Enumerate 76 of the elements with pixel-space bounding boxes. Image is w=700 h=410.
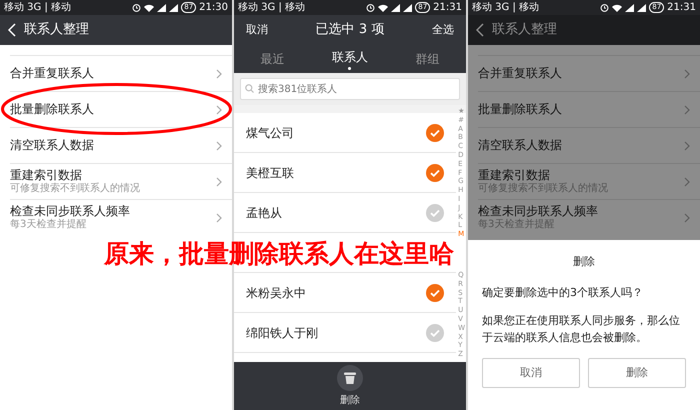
chevron-icon (684, 68, 690, 78)
chevron-icon (684, 212, 690, 222)
settings-item[interactable]: 批量删除联系人 (478, 91, 700, 127)
trash-icon (344, 371, 356, 384)
back-icon[interactable] (8, 23, 16, 37)
dialog-message: 确定要删除选中的3个联系人吗？ (482, 284, 644, 300)
delete-button[interactable] (337, 364, 363, 390)
settings-item[interactable]: 重建索引数据 可修复搜索不到联系人的情况 (10, 163, 232, 199)
check-icon[interactable] (426, 124, 444, 142)
item-label: 合并重复联系人 (478, 66, 562, 81)
item-label: 清空联系人数据 (10, 138, 94, 153)
alarm-icon (132, 3, 142, 12)
item-label: 合并重复联系人 (10, 66, 94, 81)
clock-time: 21:31 (433, 2, 462, 12)
item-description: 每3天检查并提醒 (478, 218, 556, 231)
tab[interactable]: 联系人 (311, 45, 389, 73)
chevron-icon (216, 140, 222, 150)
dialog-button[interactable]: 删除 (588, 358, 686, 388)
carrier-text: 移动 3G | 移动 (472, 2, 540, 12)
dialog-button[interactable]: 取消 (482, 358, 580, 388)
alarm-icon (600, 3, 610, 12)
chevron-icon (684, 176, 690, 186)
contact-name: 绵阳铁人于刚 (246, 324, 318, 342)
settings-item[interactable]: 清空联系人数据 (10, 127, 232, 163)
contact-name: 美橙互联 (246, 164, 294, 182)
settings-item[interactable]: 清空联系人数据 (478, 127, 700, 163)
settings-item[interactable]: 检查未同步联系人频率 每3天检查并提醒 (478, 199, 700, 235)
check-icon[interactable] (426, 204, 444, 222)
wifi-icon (144, 4, 154, 12)
carrier-text: 移动 3G | 移动 (4, 2, 72, 12)
settings-item[interactable]: 合并重复联系人 (478, 55, 700, 91)
settings-item[interactable]: 检查未同步联系人频率 每3天检查并提醒 (10, 199, 232, 235)
wifi-icon (378, 4, 388, 12)
back-icon[interactable] (476, 23, 484, 37)
selection-title: 已选中 3 项 (316, 21, 384, 40)
contact-name: 孟艳从 (246, 204, 282, 222)
annotation-caption: 原来，批量删除联系人在这里哈 (104, 240, 454, 268)
item-label: 重建索引数据 (10, 168, 83, 182)
item-description: 每3天检查并提醒 (10, 218, 88, 231)
item-label: 检查未同步联系人频率 (10, 204, 130, 218)
carrier-text: 移动 3G | 移动 (238, 2, 306, 12)
search-field[interactable]: 搜索381位联系人 (240, 78, 460, 100)
contact-name: 煤气公司 (246, 124, 294, 142)
search-icon (245, 84, 254, 93)
clock-time: 21:30 (199, 2, 228, 12)
select-all-link[interactable]: 全选 (432, 22, 454, 38)
screen-title: 联系人整理 (24, 21, 89, 40)
chevron-icon (216, 104, 222, 114)
item-description: 可修复搜索不到联系人的情况 (478, 182, 608, 195)
alarm-icon (366, 3, 376, 12)
contact-name: 米粉吴永中 (246, 284, 306, 302)
delete-label: 删除 (340, 394, 360, 408)
item-description: 可修复搜索不到联系人的情况 (10, 182, 140, 195)
item-label: 批量删除联系人 (478, 102, 562, 117)
clock-time: 21:31 (667, 2, 696, 12)
chevron-icon (684, 140, 690, 150)
wifi-icon (612, 4, 622, 12)
chevron-icon (216, 68, 222, 78)
chevron-icon (216, 212, 222, 222)
settings-item[interactable]: 合并重复联系人 (10, 55, 232, 91)
chevron-icon (684, 104, 690, 114)
item-label: 清空联系人数据 (478, 138, 562, 153)
item-label: 批量删除联系人 (10, 102, 94, 117)
item-label: 检查未同步联系人频率 (478, 204, 598, 218)
screen-title: 联系人整理 (492, 21, 557, 40)
check-icon[interactable] (426, 284, 444, 302)
check-icon[interactable] (426, 324, 444, 342)
settings-item[interactable]: 重建索引数据 可修复搜索不到联系人的情况 (478, 163, 700, 199)
tab[interactable]: 群组 (388, 45, 466, 73)
chevron-icon (216, 176, 222, 186)
tab[interactable]: 最近 (234, 45, 312, 73)
check-icon[interactable] (426, 164, 444, 182)
item-label: 重建索引数据 (478, 168, 551, 182)
dialog-title: 删除 (572, 254, 596, 270)
dialog-note: 如果您正在使用联系人同步服务，那么位于云端的联系人信息也会被删除。 (482, 313, 681, 346)
cancel-link[interactable]: 取消 (246, 22, 268, 38)
